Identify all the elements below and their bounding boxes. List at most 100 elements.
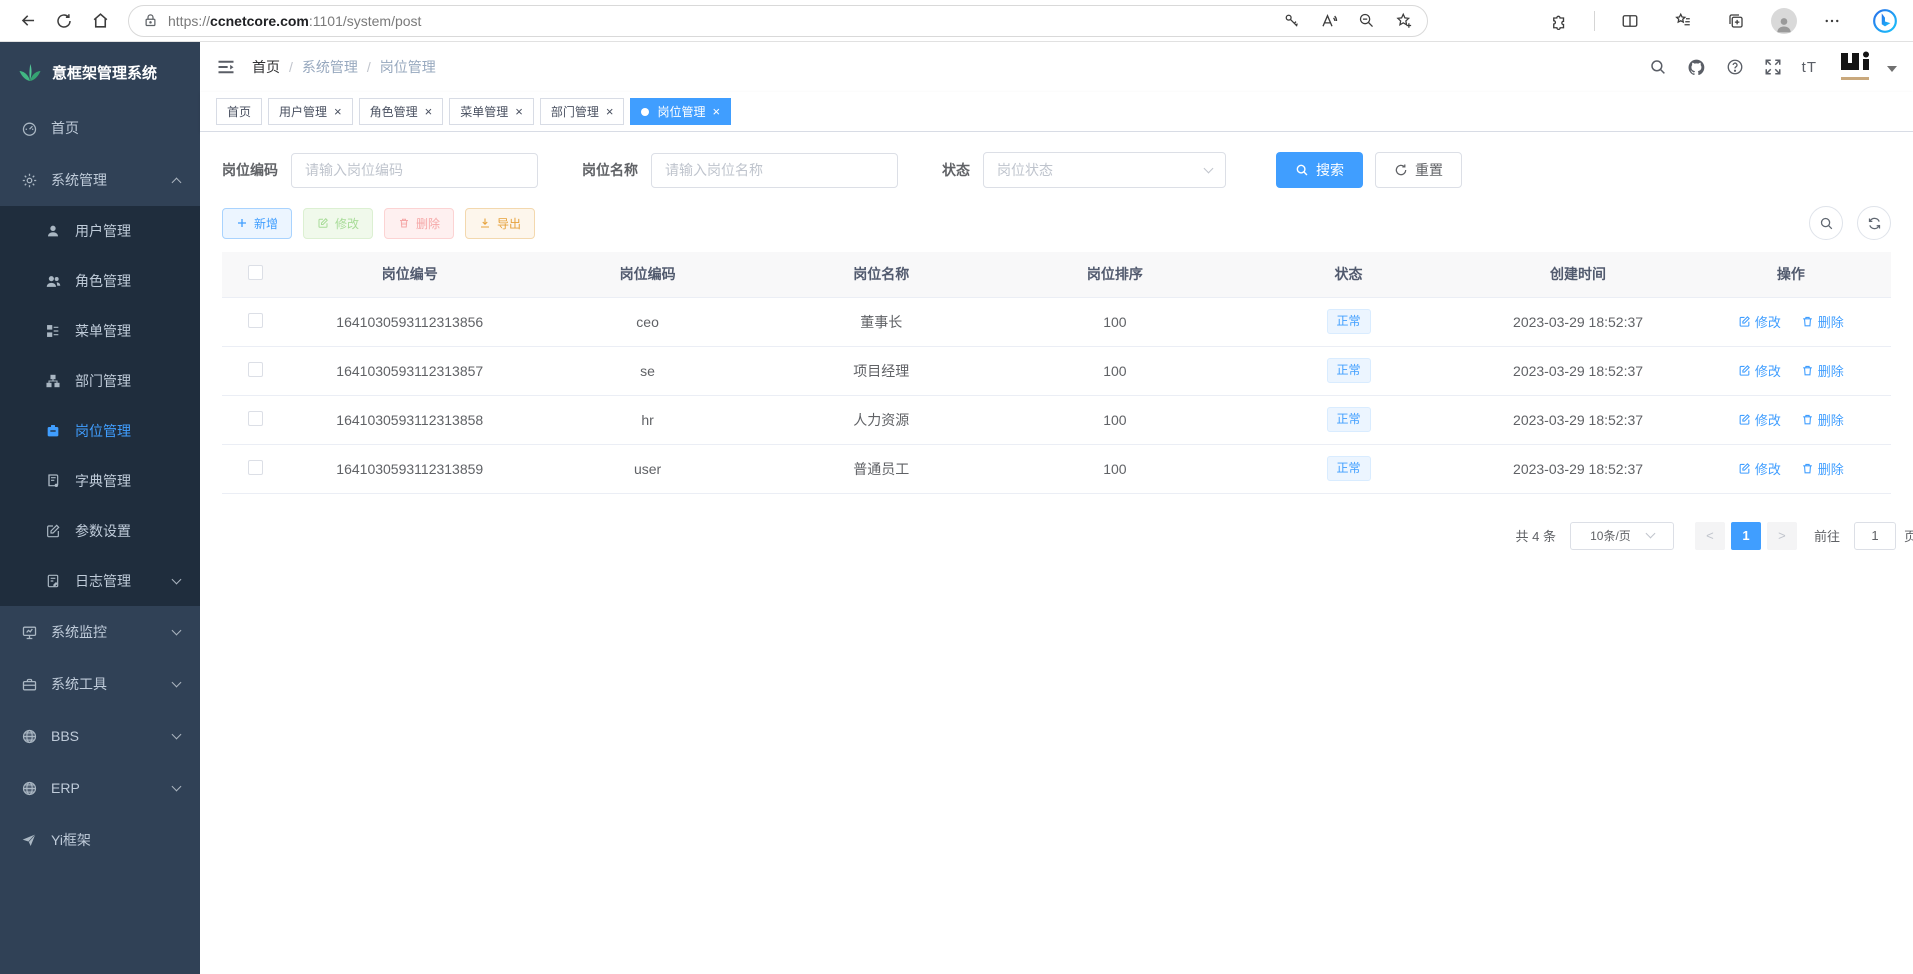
sidebar-item-bbs[interactable]: BBS [0,710,200,762]
tab-menu-mgmt[interactable]: 菜单管理× [449,98,534,125]
row-delete-link[interactable]: 删除 [1801,361,1844,380]
post-name-input[interactable] [651,153,898,188]
goto-page-input[interactable] [1854,522,1896,550]
row-checkbox[interactable] [248,362,263,377]
row-edit-link[interactable]: 修改 [1738,312,1781,331]
sidebar-item-system[interactable]: 系统管理 [0,154,200,206]
col-post-id: 岗位编号 [289,252,531,297]
edit-button[interactable]: 修改 [303,208,373,239]
table-row[interactable]: 1641030593112313856 ceo 董事长 100 正常 2023-… [222,297,1891,346]
row-delete-link[interactable]: 删除 [1801,312,1844,331]
post-name-label: 岗位名称 [582,160,638,180]
menu-tree-icon [44,323,62,339]
user-avatar-menu[interactable] [1837,47,1897,87]
gear-icon [20,172,38,189]
delete-button[interactable]: 删除 [384,208,454,239]
row-edit-link[interactable]: 修改 [1738,459,1781,478]
status-select[interactable]: 岗位状态 [983,152,1226,188]
sidebar-item-menu-mgmt[interactable]: 菜单管理 [0,306,200,356]
row-delete-link[interactable]: 删除 [1801,410,1844,429]
extensions-icon[interactable] [1541,4,1577,38]
sidebar-collapse-icon[interactable] [216,57,236,77]
tab-home[interactable]: 首页 [216,98,262,125]
row-checkbox[interactable] [248,411,263,426]
sidebar-item-dict-mgmt[interactable]: 字典管理 [0,456,200,506]
url-text[interactable]: https://ccnetcore.com:1101/system/post [168,13,421,29]
sidebar-item-role-mgmt[interactable]: 角色管理 [0,256,200,306]
table-row[interactable]: 1641030593112313858 hr 人力资源 100 正常 2023-… [222,395,1891,444]
app-logo[interactable]: 意框架管理系统 [0,42,200,102]
key-icon[interactable] [1283,12,1300,29]
sidebar-item-post-mgmt[interactable]: 岗位管理 [0,406,200,456]
row-checkbox[interactable] [248,460,263,475]
search-button[interactable]: 搜索 [1276,152,1363,188]
sidebar-item-label: Yi框架 [51,830,91,850]
home-icon[interactable] [82,4,118,38]
row-edit-link[interactable]: 修改 [1738,361,1781,380]
yi-logo-avatar [1837,47,1877,87]
table-row[interactable]: 1641030593112313859 user 普通员工 100 正常 202… [222,444,1891,493]
bing-chat-icon[interactable] [1867,4,1903,38]
next-page-button[interactable]: > [1767,522,1797,550]
header-search-icon[interactable] [1649,58,1667,76]
add-button[interactable]: 新增 [222,208,292,239]
breadcrumb-home[interactable]: 首页 [252,57,280,77]
prev-page-button[interactable]: < [1695,522,1725,550]
tab-post-mgmt[interactable]: 岗位管理× [630,98,731,125]
read-aloud-icon[interactable] [1320,12,1338,30]
row-delete-link[interactable]: 删除 [1801,459,1844,478]
page-size-select[interactable]: 10条/页 [1570,522,1674,550]
tab-duplicate-icon[interactable] [1718,4,1754,38]
sidebar-item-yi-framework[interactable]: Yi框架 [0,814,200,866]
post-code-input[interactable] [291,153,538,188]
tab-role-mgmt[interactable]: 角色管理× [359,98,444,125]
close-icon[interactable]: × [334,105,342,118]
close-icon[interactable]: × [712,105,720,118]
row-edit-link[interactable]: 修改 [1738,410,1781,429]
close-icon[interactable]: × [425,105,433,118]
github-icon[interactable] [1687,58,1706,77]
sidebar-item-user-mgmt[interactable]: 用户管理 [0,206,200,256]
font-size-icon[interactable]: tT [1802,59,1817,76]
collections-icon[interactable] [1665,4,1701,38]
sidebar-item-param-settings[interactable]: 参数设置 [0,506,200,556]
cell-post-name: 项目经理 [764,346,998,395]
split-screen-icon[interactable] [1612,4,1648,38]
sidebar-item-home[interactable]: 首页 [0,102,200,154]
sidebar-item-monitor[interactable]: 系统监控 [0,606,200,658]
status-badge: 正常 [1327,456,1371,481]
fullscreen-icon[interactable] [1764,58,1782,76]
reset-button[interactable]: 重置 [1375,152,1462,188]
tab-dept-mgmt[interactable]: 部门管理× [540,98,625,125]
tab-user-mgmt[interactable]: 用户管理× [268,98,353,125]
zoom-out-icon[interactable] [1358,12,1375,29]
post-table: 岗位编号 岗位编码 岗位名称 岗位排序 状态 创建时间 操作 164103059… [222,252,1891,494]
favorite-add-icon[interactable] [1395,12,1413,30]
select-all-checkbox[interactable] [248,265,263,280]
refresh-table-button[interactable] [1857,206,1891,240]
toolbox-icon [20,676,38,693]
close-icon[interactable]: × [606,105,614,118]
chevron-down-icon [1645,529,1655,539]
sidebar-item-tools[interactable]: 系统工具 [0,658,200,710]
table-row[interactable]: 1641030593112313857 se 项目经理 100 正常 2023-… [222,346,1891,395]
profile-avatar[interactable] [1771,8,1797,34]
sidebar-item-erp[interactable]: ERP [0,762,200,814]
address-bar[interactable]: https://ccnetcore.com:1101/system/post [128,5,1428,37]
sidebar-item-log-mgmt[interactable]: 日志管理 [0,556,200,606]
refresh-icon[interactable] [46,4,82,38]
breadcrumb-system[interactable]: 系统管理 [302,57,358,77]
help-icon[interactable] [1726,58,1744,76]
toggle-search-button[interactable] [1809,206,1843,240]
page-1-button[interactable]: 1 [1731,522,1761,550]
row-checkbox[interactable] [248,313,263,328]
close-icon[interactable]: × [515,105,523,118]
sidebar-item-dept-mgmt[interactable]: 部门管理 [0,356,200,406]
lock-icon[interactable] [143,13,158,28]
more-icon[interactable] [1814,4,1850,38]
sidebar-item-label: ERP [51,780,80,796]
back-icon[interactable] [10,4,46,38]
export-button[interactable]: 导出 [465,208,535,239]
post-badge-icon [44,423,62,439]
globe-icon [20,728,38,745]
